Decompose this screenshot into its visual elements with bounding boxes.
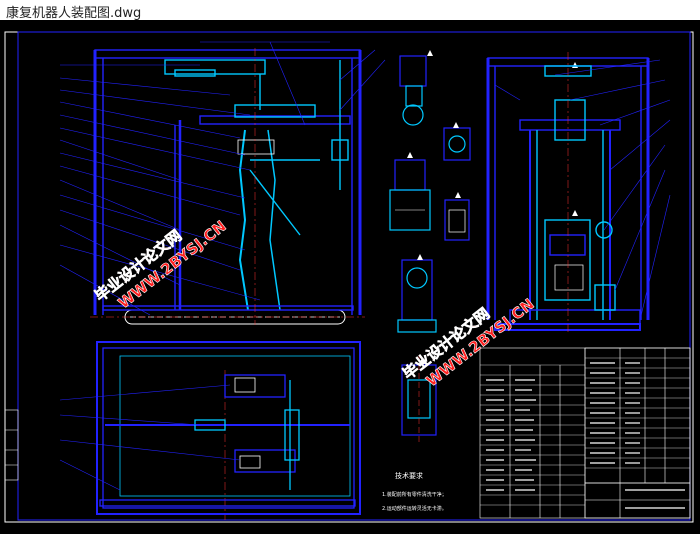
note-line-1: 1.装配前所有零件清洗干净； (382, 491, 447, 498)
binding-box (4, 409, 19, 481)
note-line-2: 2.运动部件运转灵活无卡滞。 (382, 505, 447, 512)
bom-table (479, 347, 691, 519)
watermark-right: 毕业设计论文网 WWW.2BYSJ.CN (399, 295, 538, 391)
drawing-canvas[interactable]: 技术要求 1.装配前所有零件清洗干净； 2.运动部件运转灵活无卡滞。 毕业设计论… (0, 20, 700, 534)
bom-text-marks (486, 362, 685, 509)
plan-view (96, 341, 361, 515)
front-view-leaders (59, 41, 386, 316)
watermark-left: 毕业设计论文网 WWW.2BYSJ.CN (91, 217, 230, 313)
viewer-window: 康复机器人装配图.dwg 技术要求 1.装配前所有零件清洗干净； 2.运动部件运… (0, 0, 700, 534)
plan-view-leaders (59, 384, 241, 491)
file-title: 康复机器人装配图.dwg (6, 6, 142, 21)
notes-title: 技术要求 (395, 471, 423, 480)
cad-drawing: 技术要求 1.装配前所有零件清洗干净； 2.运动部件运转灵活无卡滞。 毕业设计论… (4, 31, 694, 523)
side-view (486, 57, 650, 331)
section-arrows (407, 50, 578, 364)
title-bar: 康复机器人装配图.dwg (0, 0, 700, 21)
side-view-leaders (494, 59, 671, 321)
